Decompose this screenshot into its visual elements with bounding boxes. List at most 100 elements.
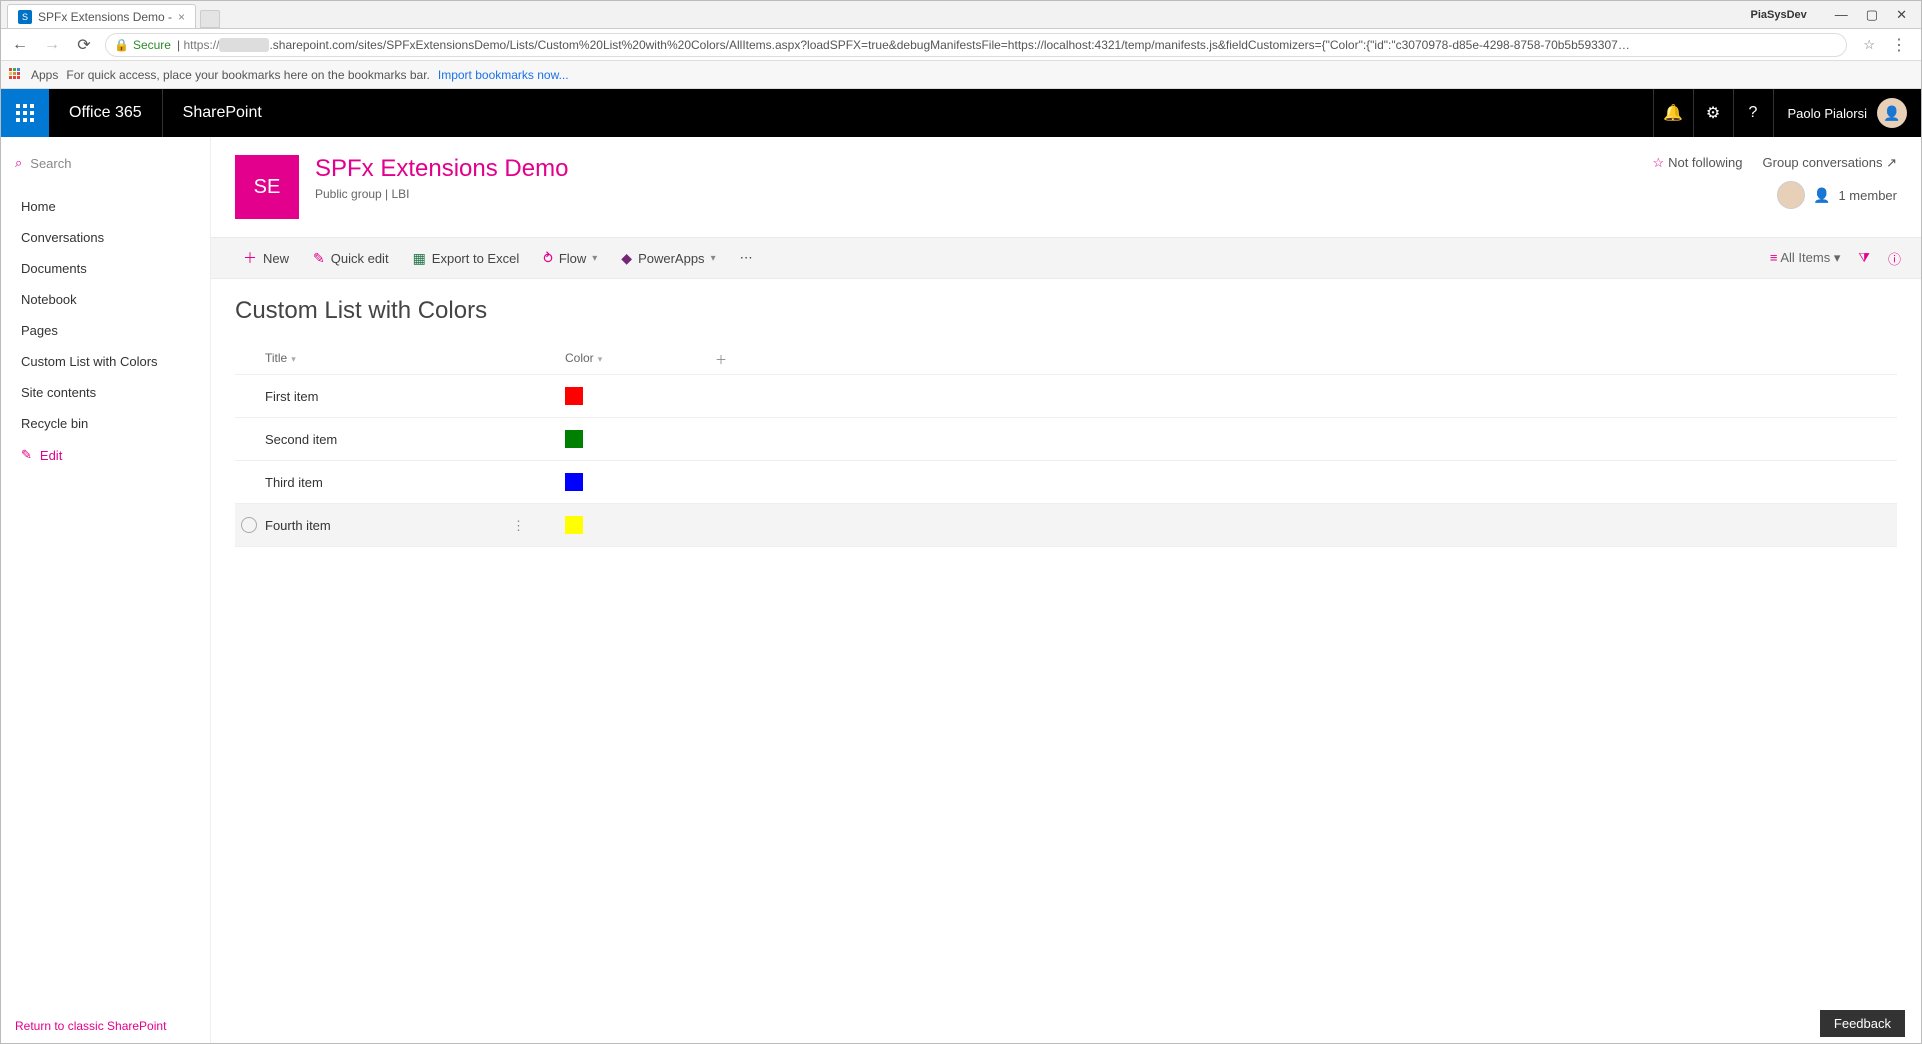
nav-item-notebook[interactable]: Notebook xyxy=(1,284,210,315)
search-placeholder: Search xyxy=(30,156,71,171)
chevron-down-icon: ▾ xyxy=(598,354,603,364)
list-row[interactable]: Fourth item⋮ xyxy=(235,503,1897,547)
apps-label[interactable]: Apps xyxy=(31,68,58,82)
group-conversations-link[interactable]: Group conversations ↗ xyxy=(1763,155,1897,171)
search-box[interactable]: ⌕ Search xyxy=(1,149,210,177)
notifications-button[interactable]: 🔔 xyxy=(1653,89,1693,137)
pencil-icon: ✎ xyxy=(313,250,325,267)
list-row[interactable]: Second item xyxy=(235,417,1897,460)
feedback-button[interactable]: Feedback xyxy=(1820,1010,1905,1037)
cell-title: Third item xyxy=(265,475,565,490)
more-actions-button[interactable]: ⋯ xyxy=(728,250,765,266)
suite-app-name[interactable]: SharePoint xyxy=(162,89,282,137)
help-icon: ? xyxy=(1749,104,1758,122)
column-header-title[interactable]: Title▾ xyxy=(265,351,565,368)
apps-icon[interactable] xyxy=(9,68,23,82)
nav-item-documents[interactable]: Documents xyxy=(1,253,210,284)
export-excel-button[interactable]: ▦Export to Excel xyxy=(401,250,532,267)
lock-icon: 🔒 xyxy=(114,38,129,52)
search-icon: ⌕ xyxy=(15,155,22,171)
suite-bar: Office 365 SharePoint 🔔 ⚙ ? Paolo Pialor… xyxy=(1,89,1921,137)
add-column-button[interactable]: ＋ xyxy=(715,351,727,368)
app-launcher-button[interactable] xyxy=(1,89,49,137)
site-logo[interactable]: SE xyxy=(235,155,299,219)
user-menu[interactable]: Paolo Pialorsi 👤 xyxy=(1773,89,1922,137)
command-bar: ＋New ✎Quick edit ▦Export to Excel ⥁Flow▾… xyxy=(211,237,1921,279)
nav-edit-link[interactable]: ✎Edit xyxy=(1,439,210,471)
list-row[interactable]: First item xyxy=(235,374,1897,417)
window-label: PiaSysDev xyxy=(1751,9,1807,21)
address-bar: ← → ⟳ 🔒 Secure | https:// xxxxx .sharepo… xyxy=(1,29,1921,61)
bookmark-hint: For quick access, place your bookmarks h… xyxy=(66,68,430,82)
site-subtitle: Public group | LBI xyxy=(315,187,568,201)
not-following-link[interactable]: ☆Not following xyxy=(1652,155,1742,171)
nav-item-conversations[interactable]: Conversations xyxy=(1,222,210,253)
cell-title: Second item xyxy=(265,432,565,447)
browser-tab-bar: S SPFx Extensions Demo - × PiaSysDev — ▢… xyxy=(1,1,1921,29)
bookmark-star-icon[interactable]: ☆ xyxy=(1863,37,1875,53)
suite-brand[interactable]: Office 365 xyxy=(49,104,162,122)
close-window-icon[interactable]: ✕ xyxy=(1896,7,1907,23)
pencil-icon: ✎ xyxy=(21,447,32,463)
back-button[interactable]: ← xyxy=(9,36,31,54)
site-header: SE SPFx Extensions Demo Public group | L… xyxy=(211,137,1921,237)
left-nav: ⌕ Search Home Conversations Documents No… xyxy=(1,137,211,1043)
flow-button[interactable]: ⥁Flow▾ xyxy=(531,250,609,267)
quick-edit-button[interactable]: ✎Quick edit xyxy=(301,250,401,267)
list-title: Custom List with Colors xyxy=(235,297,1897,325)
members-link[interactable]: 👤 1 member xyxy=(1777,181,1897,209)
info-button[interactable]: ⓘ xyxy=(1888,249,1901,268)
new-button[interactable]: ＋New xyxy=(231,248,301,268)
chevron-down-icon: ▾ xyxy=(1834,250,1841,265)
close-tab-icon[interactable]: × xyxy=(178,10,185,24)
nav-item-site-contents[interactable]: Site contents xyxy=(1,377,210,408)
browser-menu-icon[interactable]: ⋮ xyxy=(1885,35,1913,55)
nav-item-custom-list[interactable]: Custom List with Colors xyxy=(1,346,210,377)
color-swatch xyxy=(565,473,583,491)
plus-icon: ＋ xyxy=(243,248,257,268)
color-swatch xyxy=(565,430,583,448)
list-icon: ≡ xyxy=(1770,250,1778,265)
bell-icon: 🔔 xyxy=(1663,103,1683,123)
sharepoint-favicon: S xyxy=(18,10,32,24)
site-title[interactable]: SPFx Extensions Demo xyxy=(315,155,568,183)
excel-icon: ▦ xyxy=(413,250,426,267)
import-bookmarks-link[interactable]: Import bookmarks now... xyxy=(438,68,569,82)
color-swatch xyxy=(565,387,583,405)
minimize-icon[interactable]: — xyxy=(1835,7,1848,22)
view-selector[interactable]: ≡ All Items ▾ xyxy=(1770,250,1841,266)
list-row[interactable]: Third item xyxy=(235,460,1897,503)
browser-tab[interactable]: S SPFx Extensions Demo - × xyxy=(7,4,196,28)
maximize-icon[interactable]: ▢ xyxy=(1866,7,1878,23)
chevron-down-icon: ▾ xyxy=(711,253,716,264)
member-avatar xyxy=(1777,181,1805,209)
help-button[interactable]: ? xyxy=(1733,89,1773,137)
reload-button[interactable]: ⟳ xyxy=(73,35,95,55)
person-icon: 👤 xyxy=(1813,187,1830,204)
filter-button[interactable]: ⧩ xyxy=(1858,250,1870,266)
nav-item-home[interactable]: Home xyxy=(1,191,210,222)
ellipsis-icon: ⋯ xyxy=(740,250,753,266)
row-more-icon[interactable]: ⋮ xyxy=(512,518,525,534)
main-content: SE SPFx Extensions Demo Public group | L… xyxy=(211,137,1921,1043)
bookmark-bar: Apps For quick access, place your bookma… xyxy=(1,61,1921,89)
row-select-circle[interactable] xyxy=(241,517,257,533)
flow-icon: ⥁ xyxy=(543,250,553,267)
waffle-icon xyxy=(16,104,34,122)
list-table: Title▾ Color▾ ＋ First item Second item T… xyxy=(235,345,1897,547)
url-input[interactable]: 🔒 Secure | https:// xxxxx .sharepoint.co… xyxy=(105,33,1847,57)
return-classic-link[interactable]: Return to classic SharePoint xyxy=(15,1019,166,1033)
settings-button[interactable]: ⚙ xyxy=(1693,89,1733,137)
column-header-color[interactable]: Color▾ xyxy=(565,351,715,368)
gear-icon: ⚙ xyxy=(1706,103,1720,123)
secure-badge: 🔒 Secure xyxy=(114,38,171,52)
cell-title: First item xyxy=(265,389,565,404)
nav-item-pages[interactable]: Pages xyxy=(1,315,210,346)
cell-title: Fourth item⋮ xyxy=(265,518,565,533)
powerapps-icon: ◆ xyxy=(621,250,632,267)
powerapps-button[interactable]: ◆PowerApps▾ xyxy=(609,250,727,267)
forward-button[interactable]: → xyxy=(41,36,63,54)
nav-item-recycle-bin[interactable]: Recycle bin xyxy=(1,408,210,439)
new-tab-button[interactable] xyxy=(200,10,220,28)
user-avatar: 👤 xyxy=(1877,98,1907,128)
